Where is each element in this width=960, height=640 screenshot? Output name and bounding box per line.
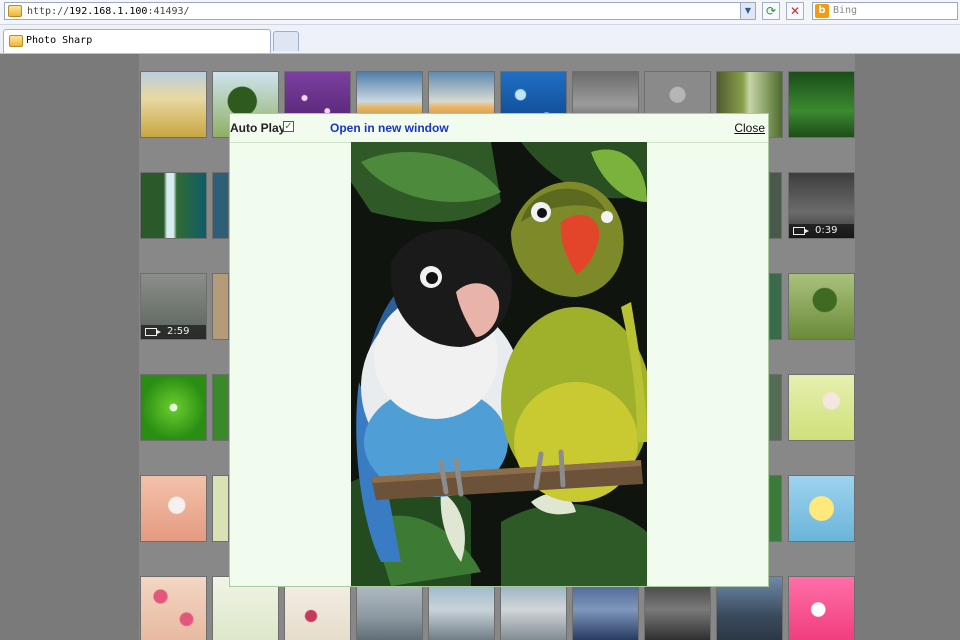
refresh-icon[interactable]: ⟳	[762, 2, 780, 20]
checkbox-icon: ✓	[284, 121, 293, 132]
auto-play-checkbox[interactable]: ✓	[283, 121, 294, 132]
photo-thumbnail[interactable]	[140, 576, 207, 640]
auto-play-label: Auto Play	[230, 121, 286, 135]
new-tab-button[interactable]	[273, 31, 299, 51]
photo-thumbnail[interactable]: 0:39	[788, 172, 855, 239]
page-content: 0:39 2:59 Auto Play ✓ Open in new window…	[0, 54, 960, 640]
main-photo	[351, 142, 647, 586]
tab-bar: Photo Sharp	[0, 25, 960, 54]
photo-viewer-modal: Auto Play ✓ Open in new window Close	[229, 113, 769, 587]
search-engine-label: Bing	[833, 5, 858, 16]
address-url[interactable]: http://192.168.1.100:41493/	[27, 4, 190, 20]
photo-thumbnail[interactable]	[788, 576, 855, 640]
photo-thumbnail[interactable]	[140, 172, 207, 239]
close-link[interactable]: Close	[734, 121, 765, 135]
photo-thumbnail[interactable]	[788, 273, 855, 340]
photo-thumbnail[interactable]	[212, 374, 229, 441]
tab-photo-sharp[interactable]: Photo Sharp	[3, 29, 271, 53]
open-new-window-link[interactable]: Open in new window	[330, 121, 449, 135]
stop-icon[interactable]: ✕	[786, 2, 804, 20]
photo-thumbnail[interactable]	[212, 273, 229, 340]
photo-thumbnail[interactable]	[769, 172, 782, 239]
photo-thumbnail[interactable]	[140, 374, 207, 441]
photo-thumbnail[interactable]	[140, 475, 207, 542]
browser-toolbar: http://192.168.1.100:41493/ ▼ ⟳ ✕ b Bing	[0, 0, 960, 25]
tab-title: Photo Sharp	[26, 35, 93, 46]
dropdown-icon[interactable]: ▼	[740, 3, 755, 19]
photo-thumbnail[interactable]	[769, 374, 782, 441]
photo-thumbnail[interactable]	[788, 71, 855, 138]
photo-thumbnail[interactable]	[140, 71, 207, 138]
video-duration-badge: 2:59	[141, 325, 206, 339]
video-duration-badge: 0:39	[789, 224, 854, 238]
photo-thumbnail[interactable]	[788, 374, 855, 441]
photo-thumbnail[interactable]	[212, 475, 229, 542]
address-bar[interactable]: http://192.168.1.100:41493/ ▼	[4, 2, 756, 20]
video-camera-icon	[145, 328, 161, 336]
photo-thumbnail[interactable]	[769, 475, 782, 542]
photo-thumbnail[interactable]	[769, 273, 782, 340]
bing-icon: b	[815, 4, 829, 18]
photo-thumbnail[interactable]	[212, 172, 229, 239]
viewer-header: Auto Play ✓ Open in new window Close	[230, 114, 768, 143]
page-icon	[8, 5, 22, 17]
video-camera-icon	[793, 227, 809, 235]
photo-thumbnail[interactable]	[788, 475, 855, 542]
lovebirds-photo	[351, 142, 647, 586]
page-icon	[9, 35, 23, 47]
search-box[interactable]: b Bing	[812, 2, 958, 20]
photo-thumbnail[interactable]: 2:59	[140, 273, 207, 340]
